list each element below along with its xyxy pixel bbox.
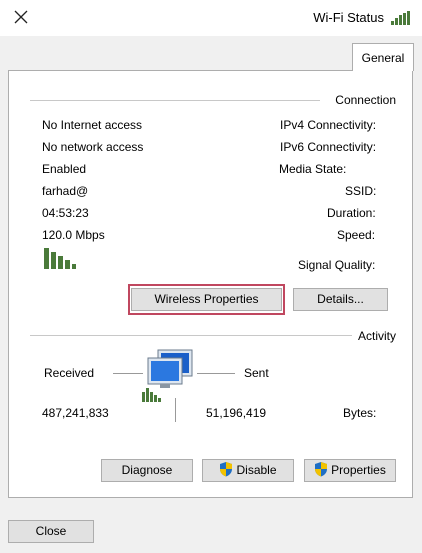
disable-button-label: Disable: [236, 463, 277, 477]
ipv4-label: IPv4 Connectivity:: [280, 118, 377, 132]
signal-quality-icon: [44, 248, 76, 269]
received-line: [113, 373, 143, 374]
media-state-value: Enabled: [42, 162, 87, 176]
tab-general[interactable]: General: [352, 43, 414, 71]
network-computers-icon: [142, 349, 193, 402]
ssid-label: SSID:: [345, 184, 377, 198]
speed-value: 120.0 Mbps: [42, 228, 105, 242]
duration-label: Duration:: [327, 206, 376, 220]
ipv6-label: IPv6 Connectivity:: [280, 140, 377, 154]
close-icon[interactable]: [11, 7, 31, 27]
details-button[interactable]: Details...: [293, 288, 388, 311]
activity-group-title: Activity: [354, 329, 399, 343]
shield-icon: [315, 462, 328, 477]
title-bar: Wi-Fi Status: [0, 0, 422, 36]
media-state-label: Media State:: [279, 162, 347, 176]
ipv4-value: No Internet access: [42, 118, 143, 132]
bytes-received-value: 487,241,833: [42, 406, 109, 420]
connection-group-title: Connection: [332, 93, 399, 107]
bytes-sent-value: 51,196,419: [206, 406, 267, 420]
activity-divider: [30, 335, 352, 336]
properties-button-label: Properties: [331, 463, 386, 477]
connection-divider: [30, 100, 320, 101]
ipv6-value: No network access: [42, 140, 144, 154]
diagnose-button[interactable]: Diagnose: [101, 459, 193, 482]
sent-line: [197, 373, 235, 374]
bytes-label: Bytes:: [343, 406, 377, 420]
signal-quality-label: Signal Quality:: [298, 258, 376, 272]
duration-value: 04:53:23: [42, 206, 89, 220]
shield-icon: [220, 462, 233, 477]
window-title: Wi-Fi Status: [313, 10, 384, 25]
received-label: Received: [44, 366, 95, 380]
focus-highlight: [128, 284, 285, 315]
disable-button[interactable]: Disable: [202, 459, 294, 482]
speed-label: Speed:: [337, 228, 376, 242]
properties-button[interactable]: Properties: [304, 459, 396, 482]
wifi-signal-icon: [391, 11, 410, 25]
activity-separator: [175, 398, 176, 422]
ssid-value: farhad@: [42, 184, 89, 198]
close-button[interactable]: Close: [8, 520, 94, 543]
sent-label: Sent: [244, 366, 269, 380]
